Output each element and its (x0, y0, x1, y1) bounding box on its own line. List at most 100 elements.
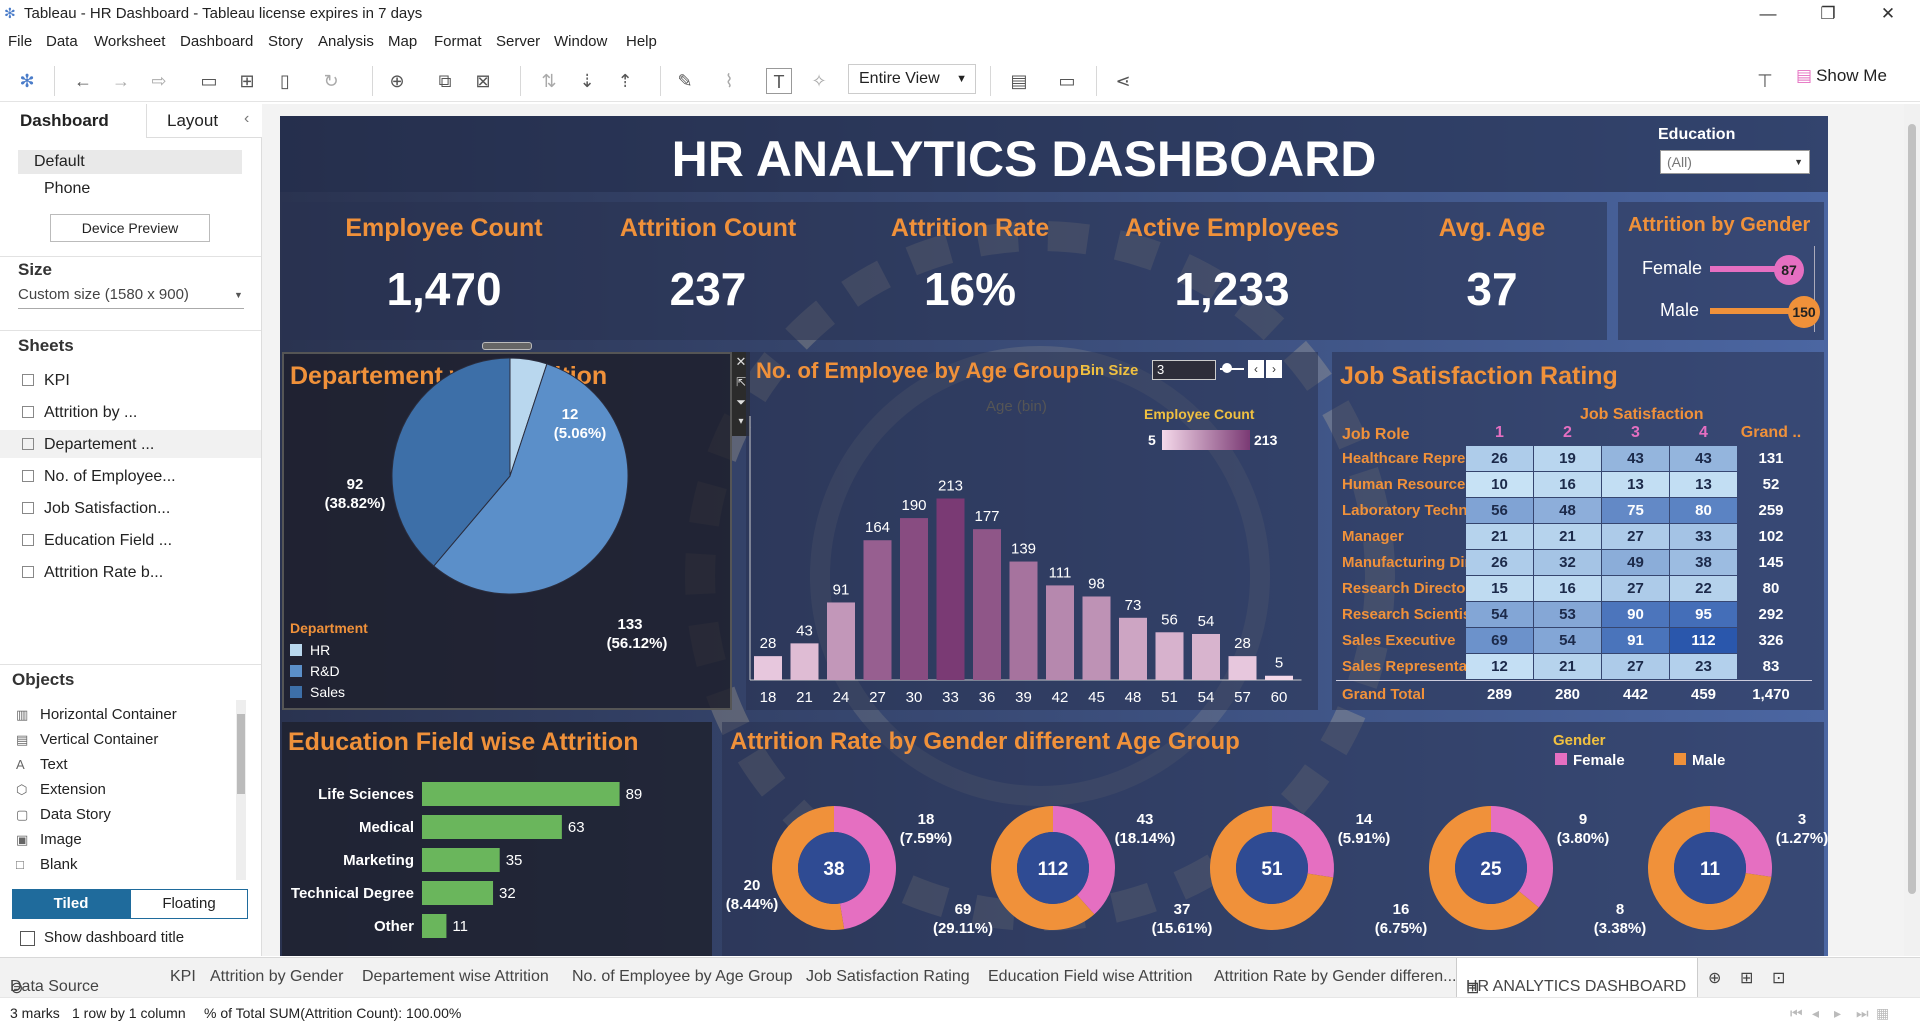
job-cell[interactable]: 54 (1466, 602, 1533, 627)
minimize-icon[interactable]: — (1748, 2, 1788, 26)
menu-window[interactable]: Window (554, 33, 607, 50)
duplicate-icon[interactable]: ⧉ (432, 68, 458, 94)
menu-server[interactable]: Server (496, 33, 540, 50)
job-cell[interactable]: 91 (1602, 628, 1669, 653)
new-worksheet-icon[interactable]: ⊕ (1708, 968, 1721, 988)
job-cell[interactable]: 95 (1670, 602, 1737, 627)
menu-file[interactable]: File (8, 33, 32, 50)
format-painter-icon[interactable]: ⊤ (1752, 68, 1778, 94)
job-cell[interactable]: 23 (1670, 654, 1737, 679)
job-cell[interactable]: 16 (1534, 576, 1601, 601)
object-text[interactable]: A Text (16, 756, 68, 773)
job-cell[interactable]: 54 (1534, 628, 1601, 653)
clear-sheet-icon[interactable]: ⊠ (470, 68, 496, 94)
show-cards-icon[interactable]: ▤ (1006, 68, 1032, 94)
job-cell[interactable]: 80 (1670, 498, 1737, 523)
object-vertical-container[interactable]: ▤ Vertical Container (16, 731, 158, 748)
tab-job-satisfaction[interactable]: Job Satisfaction Rating (806, 968, 970, 986)
first-sheet-icon[interactable]: ⏮ (1790, 1005, 1803, 1022)
sheet-item[interactable]: Departement ... (22, 436, 154, 454)
new-sheet-icon[interactable]: ⊕ (384, 68, 410, 94)
job-cell[interactable]: 26 (1466, 550, 1533, 575)
tab-employee-by-age[interactable]: No. of Employee by Age Group (572, 968, 793, 986)
sort-ascending-icon[interactable]: ⇣ (574, 68, 600, 94)
job-cell[interactable]: 12 (1466, 654, 1533, 679)
sheet-item[interactable]: No. of Employee... (22, 468, 176, 486)
refresh-icon[interactable]: ↻ (318, 68, 344, 94)
job-cell[interactable]: 33 (1670, 524, 1737, 549)
new-dashboard-icon[interactable]: ⊞ (1740, 968, 1753, 988)
swap-icon[interactable]: ⇅ (536, 68, 562, 94)
job-cell[interactable]: 27 (1602, 576, 1669, 601)
job-cell[interactable]: 21 (1466, 524, 1533, 549)
job-cell[interactable]: 49 (1602, 550, 1669, 575)
menu-data[interactable]: Data (46, 33, 78, 50)
pause-updates-icon[interactable]: ▯ (272, 68, 298, 94)
menu-help[interactable]: Help (626, 33, 657, 50)
tab-education-field[interactable]: Education Field wise Attrition (988, 968, 1193, 986)
job-cell[interactable]: 112 (1670, 628, 1737, 653)
prev-sheet-icon[interactable]: ◂ (1812, 1005, 1819, 1022)
show-me-button[interactable]: ▤ Show Me (1796, 66, 1887, 86)
sheet-item[interactable]: Attrition Rate b... (22, 564, 163, 582)
show-title-checkbox[interactable] (20, 931, 35, 946)
share-icon[interactable]: ⋖ (1110, 68, 1136, 94)
tab-dashboard[interactable]: Dashboard (0, 104, 146, 138)
restore-icon[interactable]: ❐ (1808, 2, 1848, 26)
job-cell[interactable]: 43 (1670, 446, 1737, 471)
object-extension[interactable]: ⬡ Extension (16, 781, 106, 798)
job-cell[interactable]: 15 (1466, 576, 1533, 601)
menu-analysis[interactable]: Analysis (318, 33, 374, 50)
job-cell[interactable]: 22 (1670, 576, 1737, 601)
show-labels-icon[interactable]: T (766, 68, 792, 94)
menu-story[interactable]: Story (268, 33, 303, 50)
job-cell[interactable]: 21 (1534, 524, 1601, 549)
tab-attrition-rate-gender[interactable]: Attrition Rate by Gender differen... (1214, 968, 1457, 986)
object-horizontal-container[interactable]: ▥ Horizontal Container (16, 706, 177, 723)
tab-kpi[interactable]: KPI (170, 968, 196, 986)
undo-icon[interactable]: ← (70, 68, 96, 94)
fix-axes-icon[interactable]: ✧ (806, 68, 832, 94)
job-cell[interactable]: 38 (1670, 550, 1737, 575)
group-icon[interactable]: ⌇ (716, 68, 742, 94)
size-select[interactable]: Custom size (1580 x 900) (18, 286, 189, 303)
presentation-mode-icon[interactable]: ▭ (1054, 68, 1080, 94)
canvas-scrollbar[interactable] (1904, 104, 1920, 956)
object-image[interactable]: ▣ Image (16, 831, 82, 848)
job-cell[interactable]: 27 (1602, 654, 1669, 679)
menu-format[interactable]: Format (434, 33, 482, 50)
device-default[interactable]: Default (34, 153, 85, 171)
tiled-button[interactable]: Tiled (12, 889, 130, 919)
job-cell[interactable]: 32 (1534, 550, 1601, 575)
replay-icon[interactable]: ⇨ (146, 68, 172, 94)
collapse-panel-icon[interactable]: ‹ (244, 110, 249, 128)
job-cell[interactable]: 75 (1602, 498, 1669, 523)
next-sheet-icon[interactable]: ▸ (1834, 1005, 1841, 1022)
close-icon[interactable]: ✕ (1868, 2, 1908, 26)
save-icon[interactable]: ▭ (196, 68, 222, 94)
tableau-home-icon[interactable]: ✻ (14, 68, 40, 94)
object-data-story[interactable]: ▢ Data Story (16, 806, 111, 823)
job-cell[interactable]: 16 (1534, 472, 1601, 497)
job-cell[interactable]: 48 (1534, 498, 1601, 523)
job-cell[interactable]: 69 (1466, 628, 1533, 653)
sheet-item[interactable]: Education Field ... (22, 532, 172, 550)
object-blank[interactable]: □ Blank (16, 856, 78, 873)
job-cell[interactable]: 43 (1602, 446, 1669, 471)
scroll-thumb[interactable] (1908, 124, 1916, 894)
tab-attrition-by-gender[interactable]: Attrition by Gender (210, 968, 343, 986)
menu-map[interactable]: Map (388, 33, 417, 50)
last-sheet-icon[interactable]: ⏭ (1856, 1005, 1869, 1022)
sort-descending-icon[interactable]: ⇡ (612, 68, 638, 94)
sheet-item[interactable]: KPI (22, 372, 70, 390)
tab-departement-wise-attrition[interactable]: Departement wise Attrition (362, 968, 549, 986)
job-cell[interactable]: 27 (1602, 524, 1669, 549)
new-story-icon[interactable]: ⊡ (1772, 968, 1785, 988)
job-cell[interactable]: 10 (1466, 472, 1533, 497)
redo-icon[interactable]: → (108, 68, 134, 94)
sheet-item[interactable]: Job Satisfaction... (22, 500, 170, 518)
job-cell[interactable]: 13 (1602, 472, 1669, 497)
show-sheet-sorter-icon[interactable]: ▦ (1876, 1005, 1889, 1022)
scroll-thumb[interactable] (237, 714, 245, 794)
job-cell[interactable]: 19 (1534, 446, 1601, 471)
